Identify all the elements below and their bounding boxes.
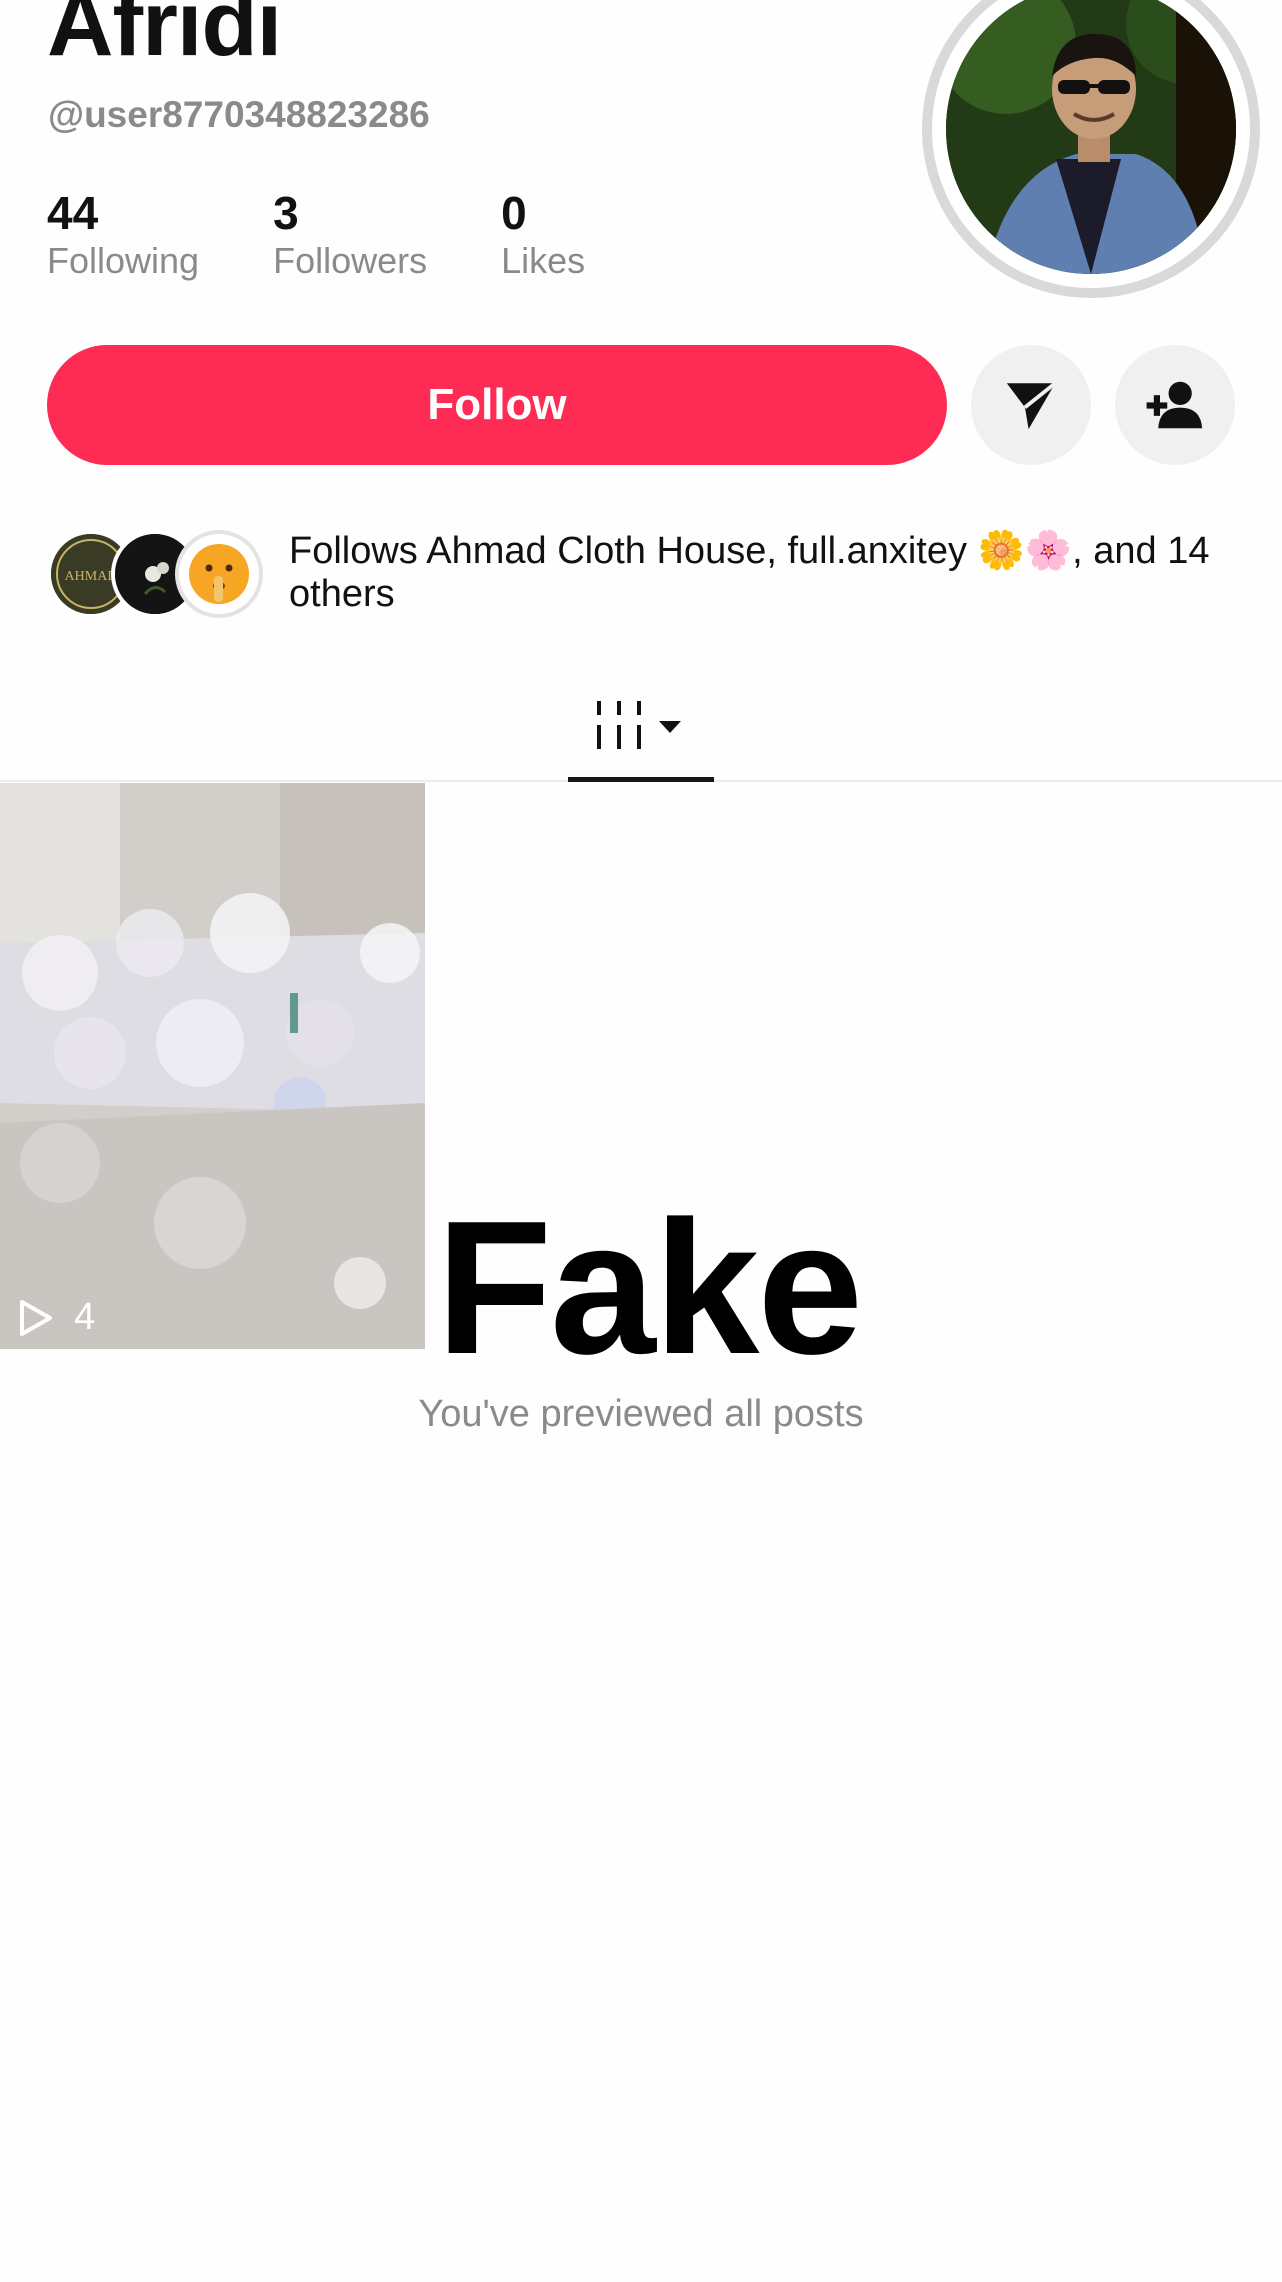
follow-button[interactable]: Follow	[47, 345, 947, 465]
stat-followers[interactable]: 3 Followers	[273, 188, 427, 280]
profile-stats: 44 Following 3 Followers 0 Likes	[47, 188, 659, 280]
play-icon	[20, 1299, 52, 1336]
message-button[interactable]	[971, 345, 1091, 465]
tab-videos[interactable]	[568, 672, 714, 782]
avatar-photo	[946, 0, 1236, 274]
display-name: Afridi	[47, 0, 282, 75]
grid-icon	[597, 700, 681, 749]
avatar-illustration	[946, 0, 1236, 274]
stat-followers-label: Followers	[273, 239, 428, 281]
overlay-text: Fake	[436, 1182, 863, 1394]
stat-following-value: 44	[47, 187, 99, 239]
paper-plane-icon	[1006, 381, 1057, 430]
stat-following[interactable]: 44 Following	[47, 188, 199, 280]
stat-followers-value: 3	[273, 187, 299, 239]
mutual-avatars: AHMAD	[47, 530, 267, 620]
profile-avatar[interactable]	[922, 0, 1260, 298]
previewed-all-posts-text: You've previewed all posts	[418, 1393, 864, 1435]
video-view-count: 4	[18, 1296, 95, 1339]
video-view-count-value: 4	[74, 1296, 96, 1338]
video-preview-image	[0, 783, 425, 1349]
stat-likes[interactable]: 0 Likes	[501, 188, 585, 280]
mutual-followers-text: Follows Ahmad Cloth House, full.anxitey …	[289, 530, 1210, 615]
username: @user8770348823286	[48, 94, 430, 135]
svg-text:AHMAD: AHMAD	[65, 569, 118, 584]
suggest-accounts-button[interactable]	[1115, 345, 1235, 465]
profile-page: Afridi @user8770348823286 44 Following 3…	[0, 0, 1282, 2282]
video-thumbnail[interactable]: 4	[0, 783, 425, 1349]
chevron-down-icon	[659, 720, 681, 733]
profile-tabs	[0, 672, 1282, 782]
stat-following-label: Following	[47, 239, 200, 281]
shushing-emoji-icon	[189, 544, 249, 604]
mutual-avatar-shush	[175, 530, 263, 618]
stat-likes-value: 0	[501, 187, 527, 239]
stat-likes-label: Likes	[501, 239, 586, 281]
add-friend-icon	[1146, 381, 1203, 429]
mutual-followers[interactable]: AHMAD Follows Ahmad Cloth House, full.an…	[47, 530, 1282, 620]
